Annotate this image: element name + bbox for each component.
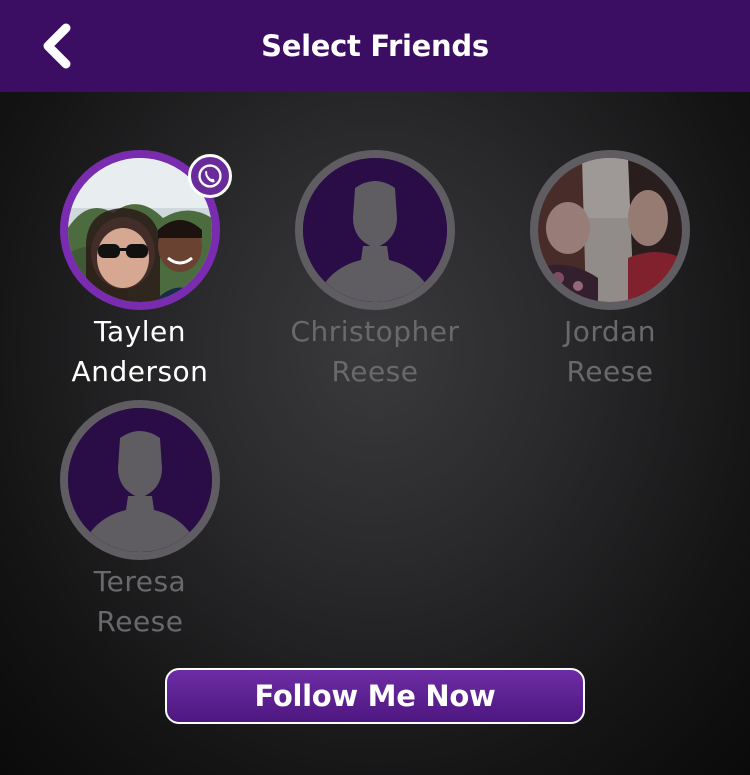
avatar [295,150,455,310]
friend-first-name: Jordan [563,315,657,348]
follow-me-now-button[interactable]: Follow Me Now [165,668,585,724]
inactive-dim [538,158,682,302]
friend-item-christopher-reese[interactable]: Christopher Reese [265,150,485,390]
friend-name: Jordan Reese [500,312,720,392]
viber-badge [188,154,232,198]
avatar [530,150,690,310]
viber-phone-icon [198,164,222,188]
friend-last-name: Reese [566,355,654,388]
friend-last-name: Reese [96,605,184,638]
friend-first-name: Christopher [290,315,460,348]
avatar [60,400,220,560]
person-silhouette-icon [303,158,447,302]
friend-item-jordan-reese[interactable]: Jordan Reese [500,150,720,390]
friend-item-taylen-anderson[interactable]: Taylen Anderson [30,150,250,390]
page-title: Select Friends [261,29,489,63]
friend-last-name: Reese [331,355,419,388]
person-silhouette-icon [68,408,212,552]
top-bar: Select Friends [0,0,750,92]
friend-last-name: Anderson [71,355,209,388]
friend-first-name: Taylen [94,315,186,348]
friend-name: Taylen Anderson [30,312,250,392]
friend-name: Teresa Reese [30,562,250,642]
friend-name: Christopher Reese [265,312,485,392]
friend-item-teresa-reese[interactable]: Teresa Reese [30,400,250,640]
friend-first-name: Teresa [93,565,187,598]
